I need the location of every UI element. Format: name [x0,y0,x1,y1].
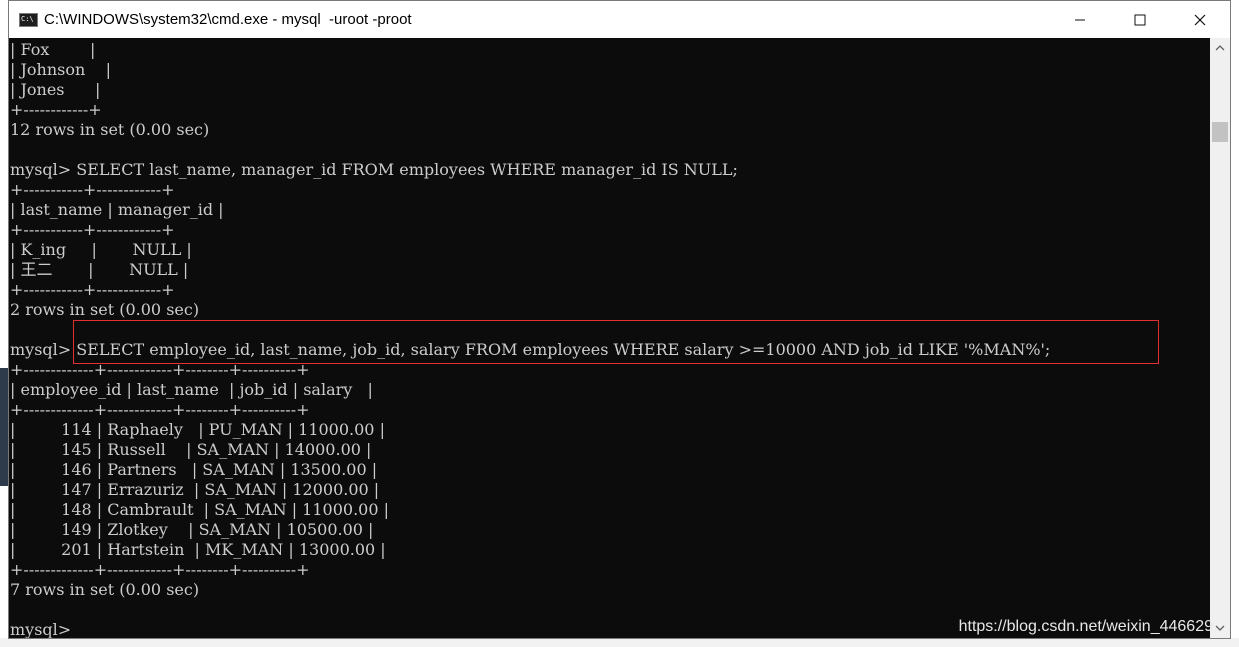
console-line: | 114 | Raphaely | PU_MAN | 11000.00 | [10,420,385,439]
console-line: | Jones | [10,80,101,99]
minimize-button[interactable] [1050,1,1110,38]
title-bar[interactable]: C:\WINDOWS\system32\cmd.exe - mysql -uro… [9,1,1230,38]
console-line: +------------+ [10,100,102,119]
console-line: | 147 | Errazuriz | SA_MAN | 12000.00 | [10,480,380,499]
console-line: | 145 | Russell | SA_MAN | 14000.00 | [10,440,372,459]
console-line: | Fox | [10,40,96,59]
background-page-bottom [0,638,1239,647]
console-line: | K_ing | NULL | [10,240,192,259]
console-output[interactable]: | Fox | | Johnson | | Jones | +------------… [9,38,1210,638]
console-line: 2 rows in set (0.00 sec) [10,300,200,319]
console-line: +-------------+------------+--------+---… [10,400,310,419]
console-line: +-------------+------------+--------+---… [10,560,310,579]
console-line: | 201 | Hartstein | MK_MAN | 13000.00 | [10,540,386,559]
console-line: 7 rows in set (0.00 sec) [10,580,200,599]
cmd-icon [19,12,38,27]
console-line: | Johnson | [10,60,112,79]
console-line: +-----------+------------+ [10,280,175,299]
window-controls [1050,1,1230,38]
console-line: +-------------+------------+--------+---… [10,360,310,379]
console-line: | last_name | manager_id | [10,200,224,219]
console-line: mysql> SELECT last_name, manager_id FROM… [10,160,738,179]
cmd-window[interactable]: C:\WINDOWS\system32\cmd.exe - mysql -uro… [8,0,1231,639]
console-text: | Fox | | Johnson | | Jones | +------------… [9,40,1050,638]
watermark: https://blog.csdn.net/weixin_446629 [958,618,1213,635]
console-line: +-----------+------------+ [10,220,175,239]
minimize-icon [1075,19,1085,20]
console-line: | employee_id | last_name | job_id | sal… [10,380,373,399]
chevron-down-icon [1215,625,1225,631]
maximize-icon [1134,14,1146,25]
scroll-down-button[interactable] [1210,618,1230,638]
console-line: mysql> SELECT employee_id, last_name, jo… [10,340,1051,359]
scroll-up-button[interactable] [1210,38,1230,58]
console-line: | 149 | Zlotkey | SA_MAN | 10500.00 | [10,520,374,539]
console-line: | 146 | Partners | SA_MAN | 13500.00 | [10,460,378,479]
close-icon [1194,14,1206,25]
chevron-up-icon [1215,45,1225,51]
window-title: C:\WINDOWS\system32\cmd.exe - mysql -uro… [44,11,412,28]
console-line: | 148 | Cambrault | SA_MAN | 11000.00 | [10,500,389,519]
close-button[interactable] [1170,1,1230,38]
console-line: +-----------+------------+ [10,180,175,199]
console-line: mysql> [10,620,72,638]
console-line: | 王二 | NULL | [10,260,189,279]
vertical-scrollbar[interactable] [1210,38,1230,638]
console-line: 12 rows in set (0.00 sec) [10,120,210,139]
scroll-thumb[interactable] [1212,122,1228,142]
maximize-button[interactable] [1110,1,1170,38]
